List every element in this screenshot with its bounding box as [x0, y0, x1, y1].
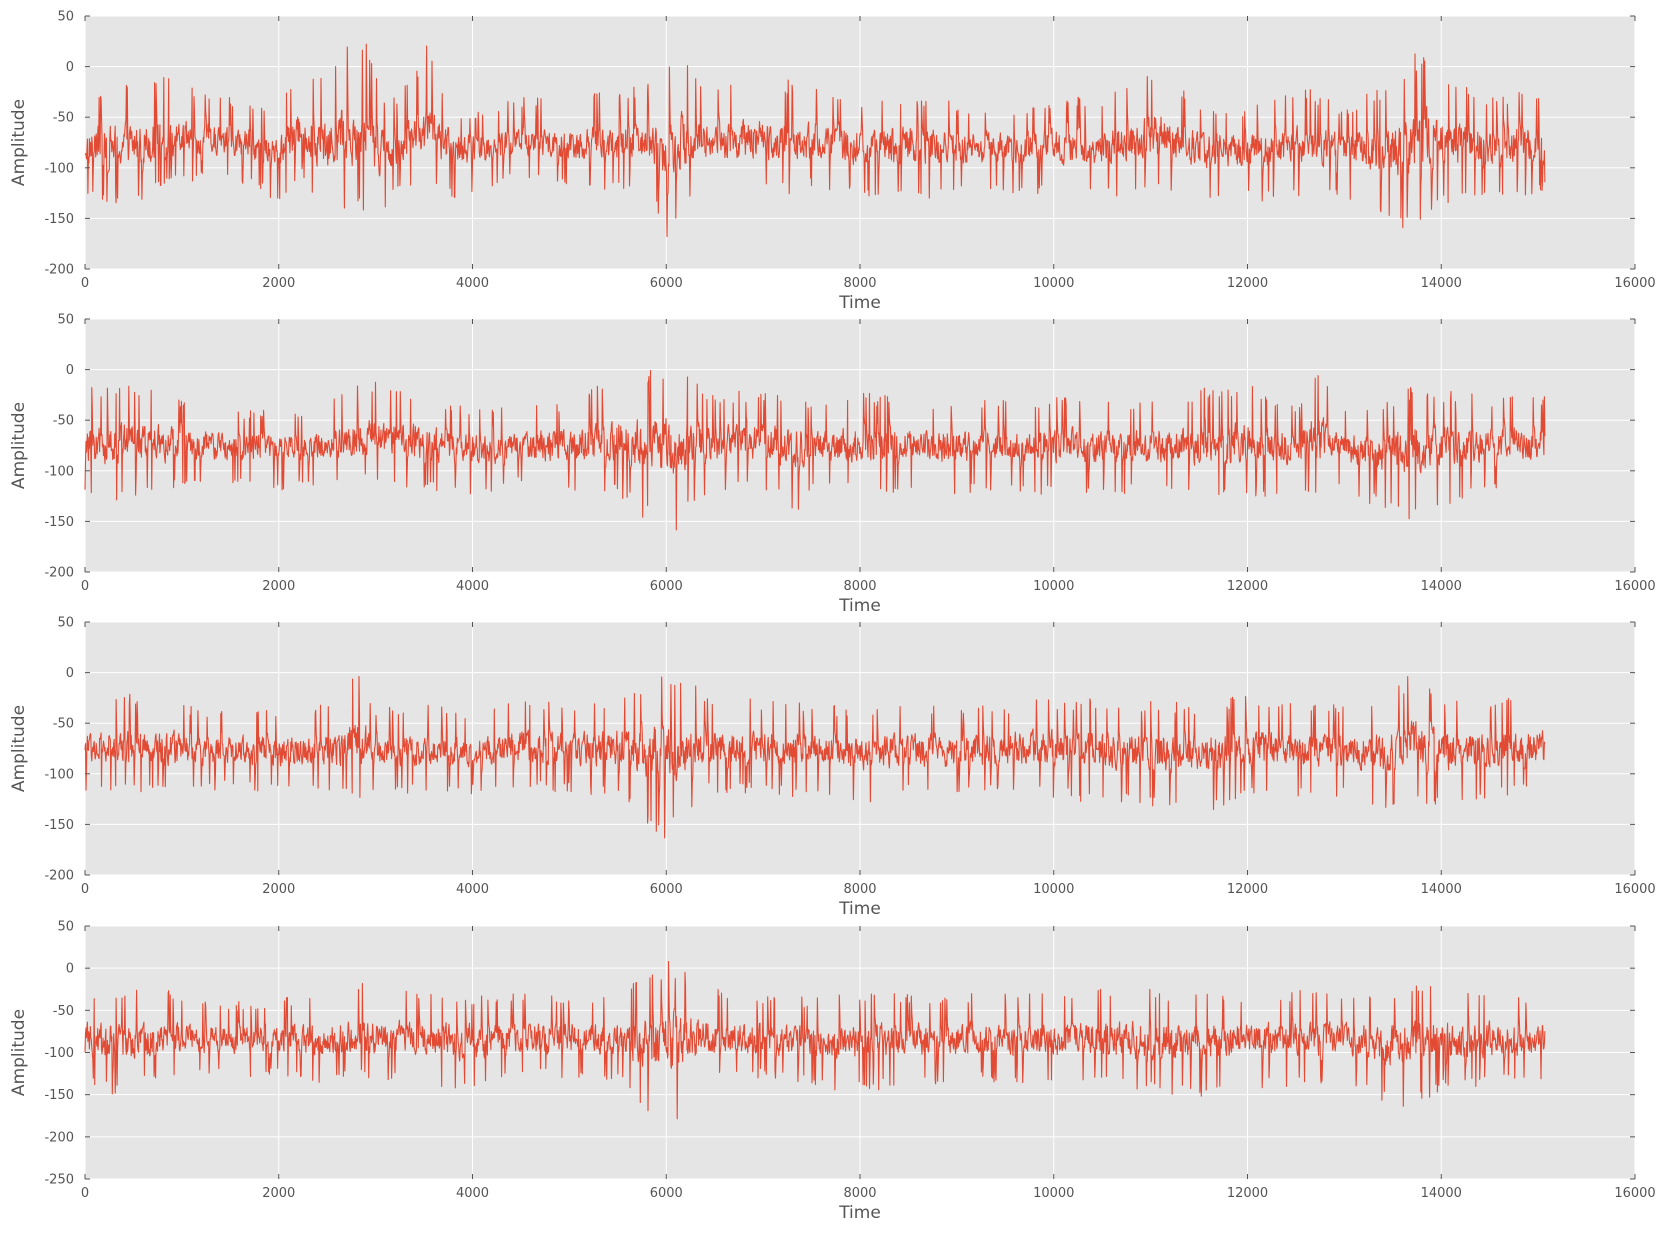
- x-tick-label: 6000: [650, 579, 683, 594]
- y-tick-label: 50: [57, 313, 74, 328]
- y-tick-label: -150: [44, 1088, 74, 1103]
- y-tick-label: 0: [66, 60, 74, 75]
- y-tick-label: 0: [66, 962, 74, 977]
- x-tick-label: 14000: [1421, 1186, 1462, 1201]
- x-tick-label: 4000: [456, 579, 489, 594]
- y-tick-label: 50: [57, 920, 74, 935]
- x-tick-label: 16000: [1614, 276, 1655, 291]
- x-tick-label: 8000: [843, 882, 876, 897]
- figure: 0 2000 4000 6000 8000 10000 12000 14000 16000 -20…: [9, 10, 1656, 1224]
- y-axis-label: Amplitude: [9, 1009, 29, 1096]
- x-tick-label: 14000: [1421, 276, 1462, 291]
- y-tick-label: -50: [53, 717, 74, 732]
- x-tick-label: 16000: [1614, 882, 1655, 897]
- x-tick-label: 12000: [1227, 882, 1268, 897]
- y-tick-label: -200: [44, 566, 74, 581]
- x-tick-label: 6000: [650, 276, 683, 291]
- y-tick-label: 0: [66, 363, 74, 378]
- subplot-2: 0 2000 4000 6000 8000 10000 12000 14000 16000 -20…: [9, 313, 1656, 617]
- y-axis-label: Amplitude: [9, 402, 29, 489]
- x-tick-label: 10000: [1033, 579, 1074, 594]
- y-tick-label: -150: [44, 515, 74, 530]
- x-tick-label: 2000: [262, 579, 295, 594]
- x-tick-label: 2000: [262, 1186, 295, 1201]
- x-axis-label: Time: [838, 596, 881, 616]
- x-tick-label: 6000: [650, 882, 683, 897]
- x-tick-label: 8000: [843, 276, 876, 291]
- x-tick-label: 2000: [262, 276, 295, 291]
- y-tick-label: -200: [44, 869, 74, 884]
- y-tick-label: -200: [44, 263, 74, 278]
- x-axis-label: Time: [838, 293, 881, 313]
- x-tick-label: 0: [81, 276, 89, 291]
- x-axis-label: Time: [838, 899, 881, 919]
- y-tick-label: -100: [44, 161, 74, 176]
- x-tick-label: 14000: [1421, 579, 1462, 594]
- x-tick-label: 16000: [1614, 1186, 1655, 1201]
- subplot-4: 0 2000 4000 6000 8000 10000 12000 14000 16000 -25…: [9, 920, 1656, 1224]
- x-tick-label: 12000: [1227, 276, 1268, 291]
- x-tick-label: 6000: [650, 1186, 683, 1201]
- x-tick-label: 8000: [843, 579, 876, 594]
- y-tick-label: -250: [44, 1173, 74, 1188]
- x-tick-label: 10000: [1033, 1186, 1074, 1201]
- y-tick-label: 0: [66, 666, 74, 681]
- y-tick-label: -50: [53, 414, 74, 429]
- x-tick-label: 4000: [456, 276, 489, 291]
- y-tick-label: 50: [57, 10, 74, 25]
- x-tick-label: 16000: [1614, 579, 1655, 594]
- y-axis-label: Amplitude: [9, 99, 29, 186]
- y-axis-label: Amplitude: [9, 705, 29, 792]
- y-tick-label: -200: [44, 1130, 74, 1145]
- x-tick-label: 8000: [843, 1186, 876, 1201]
- y-tick-label: -50: [53, 1004, 74, 1019]
- y-tick-label: 50: [57, 616, 74, 631]
- x-tick-label: 12000: [1227, 579, 1268, 594]
- x-tick-label: 0: [81, 882, 89, 897]
- x-tick-label: 10000: [1033, 882, 1074, 897]
- y-tick-label: -100: [44, 767, 74, 782]
- x-tick-label: 14000: [1421, 882, 1462, 897]
- subplot-1: 0 2000 4000 6000 8000 10000 12000 14000 16000 -20…: [9, 10, 1656, 314]
- x-tick-label: 0: [81, 1186, 89, 1201]
- x-tick-label: 12000: [1227, 1186, 1268, 1201]
- y-tick-label: -50: [53, 111, 74, 126]
- y-tick-label: -100: [44, 1046, 74, 1061]
- y-tick-label: -150: [44, 818, 74, 833]
- x-tick-label: 4000: [456, 1186, 489, 1201]
- x-tick-label: 4000: [456, 882, 489, 897]
- x-tick-label: 10000: [1033, 276, 1074, 291]
- y-tick-label: -100: [44, 464, 74, 479]
- x-tick-label: 0: [81, 579, 89, 594]
- subplot-3: 0 2000 4000 6000 8000 10000 12000 14000 16000 -20…: [9, 616, 1656, 920]
- y-tick-label: -150: [44, 212, 74, 227]
- x-tick-label: 2000: [262, 882, 295, 897]
- x-axis-label: Time: [838, 1203, 881, 1223]
